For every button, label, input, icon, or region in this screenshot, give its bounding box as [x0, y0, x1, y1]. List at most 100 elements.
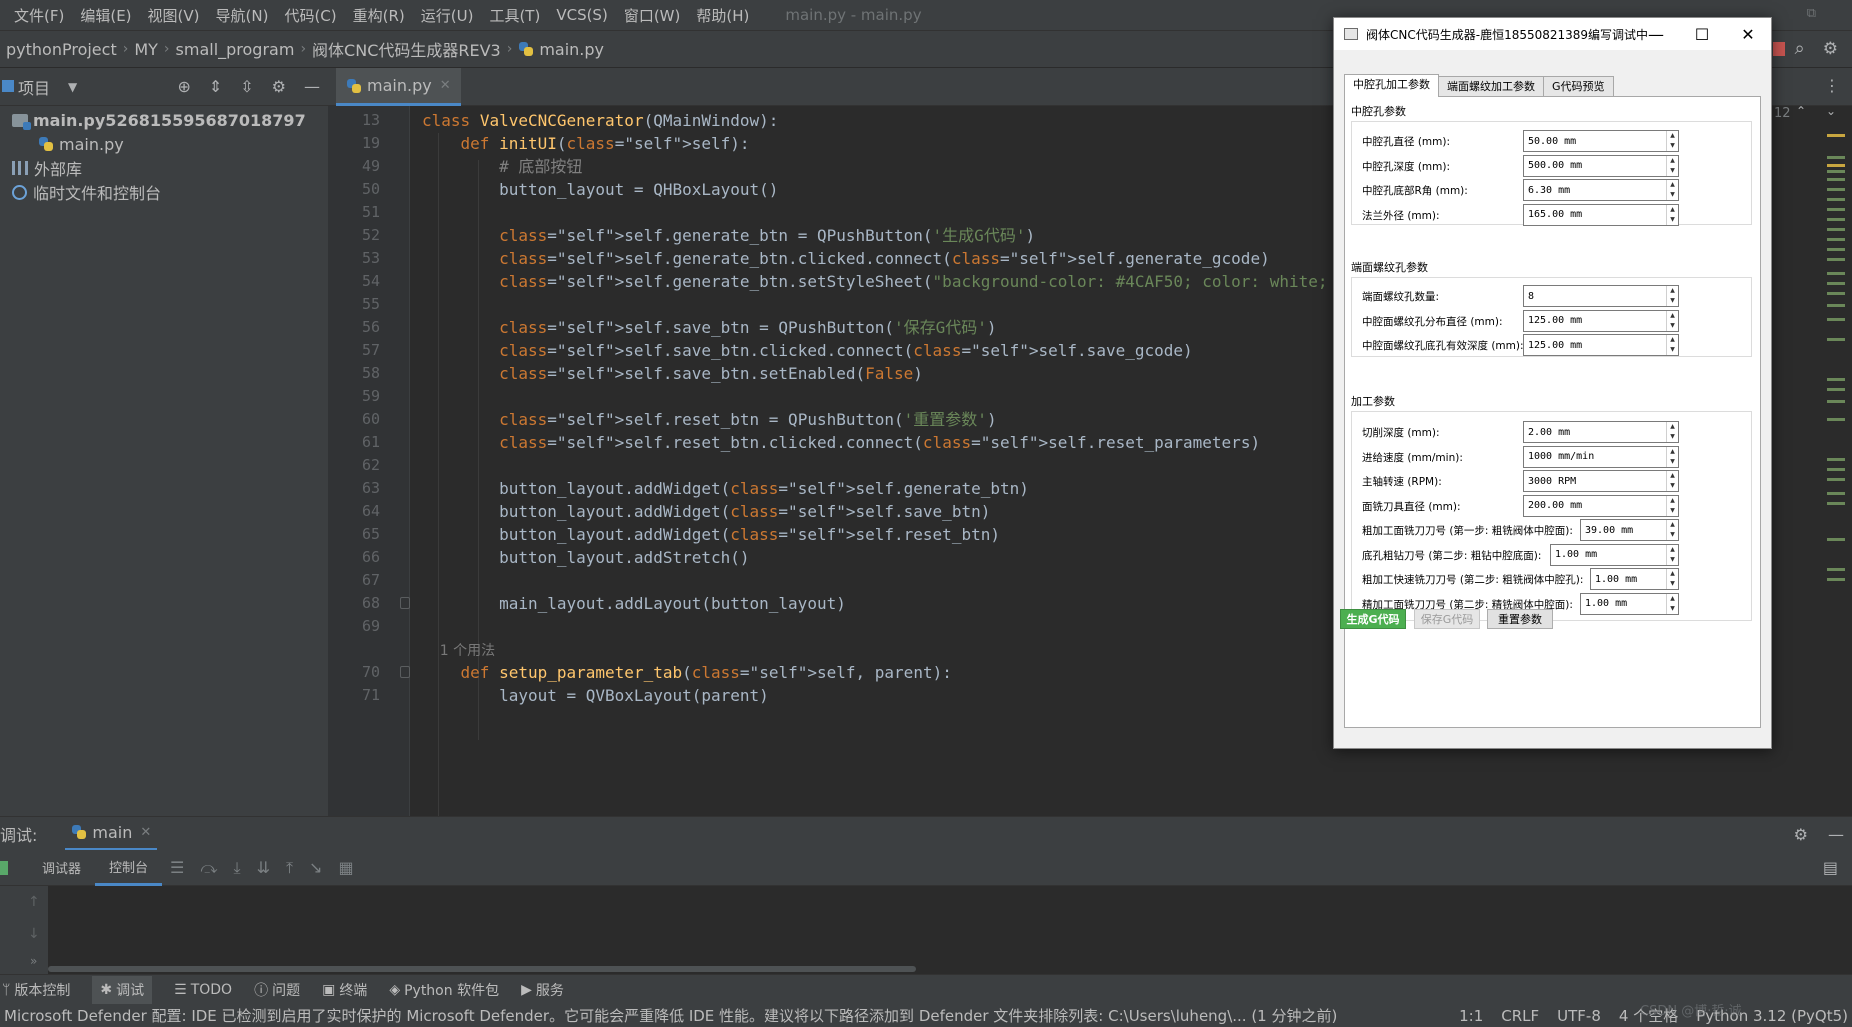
status-encoding[interactable]: UTF-8: [1557, 1007, 1601, 1025]
spin-down-icon[interactable]: ▼: [1667, 321, 1678, 331]
tree-item-root[interactable]: main.py526815595687018797: [0, 108, 328, 132]
restore-window-icon[interactable]: ⧉: [1807, 6, 1816, 21]
spinbox-value[interactable]: 6.30 mm: [1524, 185, 1666, 196]
breadcrumb-file[interactable]: main.py: [518, 40, 604, 59]
spin-down-icon[interactable]: ▼: [1667, 345, 1678, 355]
param-spinbox[interactable]: 6.30 mm ▲ ▼: [1523, 179, 1679, 201]
spinbox-value[interactable]: 50.00 mm: [1524, 136, 1666, 147]
menu-tools[interactable]: 工具(T): [481, 5, 548, 26]
param-spinbox[interactable]: 200.00 mm ▲ ▼: [1523, 494, 1679, 517]
locate-icon[interactable]: ⊕: [177, 77, 190, 96]
param-spinbox[interactable]: 500.00 mm ▲ ▼: [1523, 154, 1679, 177]
close-icon[interactable]: ✕: [440, 78, 451, 93]
spin-up-icon[interactable]: ▲: [1667, 180, 1678, 190]
tool-services[interactable]: ▶ 服务: [521, 980, 564, 1000]
spin-up-icon[interactable]: ▲: [1667, 447, 1678, 457]
spin-down-icon[interactable]: ▼: [1667, 555, 1678, 565]
spin-up-icon[interactable]: ▲: [1667, 286, 1678, 296]
settings-icon[interactable]: ⚙: [1823, 39, 1838, 59]
spin-down-icon[interactable]: ▼: [1667, 141, 1678, 151]
spin-up-icon[interactable]: ▲: [1667, 131, 1678, 141]
spinbox-value[interactable]: 125.00 mm: [1524, 315, 1666, 326]
chevron-down-icon[interactable]: ▼: [68, 80, 77, 94]
spinbox-value[interactable]: 125.00 mm: [1524, 340, 1666, 351]
spin-down-icon[interactable]: ▼: [1667, 579, 1678, 589]
menu-edit[interactable]: 编辑(E): [72, 5, 139, 26]
generate-gcode-button[interactable]: 生成G代码: [1340, 609, 1406, 629]
close-window-icon[interactable]: ✕: [1725, 18, 1771, 50]
spin-down-icon[interactable]: ▼: [1667, 166, 1678, 176]
spin-up-icon[interactable]: ▲: [1667, 569, 1678, 579]
spinbox-value[interactable]: 3000 RPM: [1524, 476, 1666, 487]
menu-help[interactable]: 帮助(H): [688, 5, 757, 26]
editor-tab-main-py[interactable]: main.py ✕: [336, 68, 461, 106]
chevron-up-icon[interactable]: ⌃: [1796, 104, 1806, 118]
spin-up-icon[interactable]: ▲: [1667, 545, 1678, 555]
status-line-separator[interactable]: CRLF: [1501, 1007, 1539, 1025]
save-gcode-button[interactable]: 保存G代码: [1414, 609, 1480, 629]
param-spinbox[interactable]: 3000 RPM ▲ ▼: [1523, 470, 1679, 492]
spin-up-icon[interactable]: ▲: [1667, 471, 1678, 481]
fold-marker-icon[interactable]: [400, 666, 410, 678]
evaluate-icon[interactable]: ▦: [338, 858, 353, 877]
spinbox-value[interactable]: 165.00 mm: [1524, 209, 1666, 220]
reset-params-button[interactable]: 重置参数: [1487, 609, 1553, 629]
spinbox-value[interactable]: 39.00 mm: [1581, 525, 1666, 536]
step-out-icon[interactable]: ⤒: [286, 858, 293, 878]
param-spinbox[interactable]: 1.00 mm ▲ ▼: [1580, 592, 1679, 615]
spinbox-value[interactable]: 1.00 mm: [1591, 574, 1666, 585]
spin-up-icon[interactable]: ▲: [1667, 520, 1678, 530]
spin-down-icon[interactable]: ▼: [1667, 190, 1678, 200]
spin-up-icon[interactable]: ▲: [1667, 156, 1678, 166]
breadcrumb-my[interactable]: MY ›: [134, 40, 175, 59]
debug-run-tab[interactable]: main ✕: [65, 817, 158, 851]
spin-down-icon[interactable]: ▼: [1667, 457, 1678, 467]
spinbox-value[interactable]: 1.00 mm: [1551, 549, 1666, 560]
menu-file[interactable]: 文件(F): [6, 5, 72, 26]
tree-item-external-libs[interactable]: 外部库: [0, 156, 328, 180]
tool-terminal[interactable]: ▣ 终端: [322, 980, 367, 1000]
status-position[interactable]: 1:1: [1459, 1007, 1483, 1025]
layout-icon[interactable]: ▤: [1823, 858, 1838, 877]
tool-version-control[interactable]: ᛘ 版本控制: [2, 980, 70, 1000]
menu-navigate[interactable]: 导航(N): [208, 5, 277, 26]
param-spinbox[interactable]: 1.00 mm ▲ ▼: [1550, 543, 1679, 566]
collapse-all-icon[interactable]: ⇳: [240, 77, 253, 96]
spin-up-icon[interactable]: ▲: [1667, 205, 1678, 215]
menu-window[interactable]: 窗口(W): [616, 5, 689, 26]
minimize-icon[interactable]: —: [1633, 18, 1679, 50]
console-scrollbar[interactable]: [48, 966, 916, 972]
menu-refactor[interactable]: 重构(R): [345, 5, 413, 26]
spinbox-value[interactable]: 1.00 mm: [1581, 598, 1666, 609]
param-spinbox[interactable]: 1000 mm/min ▲ ▼: [1523, 445, 1679, 468]
editor-scrollbar[interactable]: ⌃ ⌄ 12: [1774, 104, 1852, 816]
param-spinbox[interactable]: 125.00 mm ▲ ▼: [1523, 309, 1679, 332]
spinbox-value[interactable]: 2.00 mm: [1524, 427, 1666, 438]
tab-cavity-params[interactable]: 中腔孔加工参数: [1344, 74, 1439, 97]
run-to-cursor-icon[interactable]: ↘: [309, 858, 322, 877]
menu-vcs[interactable]: VCS(S): [548, 6, 615, 24]
stop-icon[interactable]: [1773, 42, 1785, 56]
close-icon[interactable]: ✕: [140, 825, 151, 840]
fold-marker-icon[interactable]: [400, 597, 410, 609]
param-spinbox[interactable]: 2.00 mm ▲ ▼: [1523, 421, 1679, 443]
hide-icon[interactable]: —: [304, 77, 320, 96]
spin-up-icon[interactable]: ▲: [1667, 594, 1678, 604]
spin-up-icon[interactable]: ▲: [1667, 335, 1678, 345]
tool-python-packages[interactable]: ◈ Python 软件包: [389, 980, 499, 1000]
search-icon[interactable]: ⌕: [1795, 38, 1805, 59]
hide-panel-icon[interactable]: —: [1828, 825, 1844, 844]
spin-down-icon[interactable]: ▼: [1667, 506, 1678, 516]
spin-down-icon[interactable]: ▼: [1667, 296, 1678, 306]
spin-up-icon[interactable]: ▲: [1667, 422, 1678, 432]
tool-problems[interactable]: ⓘ 问题: [254, 980, 300, 1000]
tab-debugger[interactable]: 调试器: [28, 850, 95, 886]
breadcrumb-project[interactable]: pythonProject ›: [6, 40, 134, 59]
console-output[interactable]: [48, 886, 1852, 974]
step-into-my-code-icon[interactable]: ⇊: [257, 858, 270, 877]
project-panel-title[interactable]: 项目: [18, 75, 50, 99]
maximize-icon[interactable]: ☐: [1679, 18, 1725, 50]
param-spinbox[interactable]: 165.00 mm ▲ ▼: [1523, 203, 1679, 226]
spin-down-icon[interactable]: ▼: [1667, 604, 1678, 614]
tab-gcode-preview[interactable]: G代码预览: [1543, 76, 1614, 97]
